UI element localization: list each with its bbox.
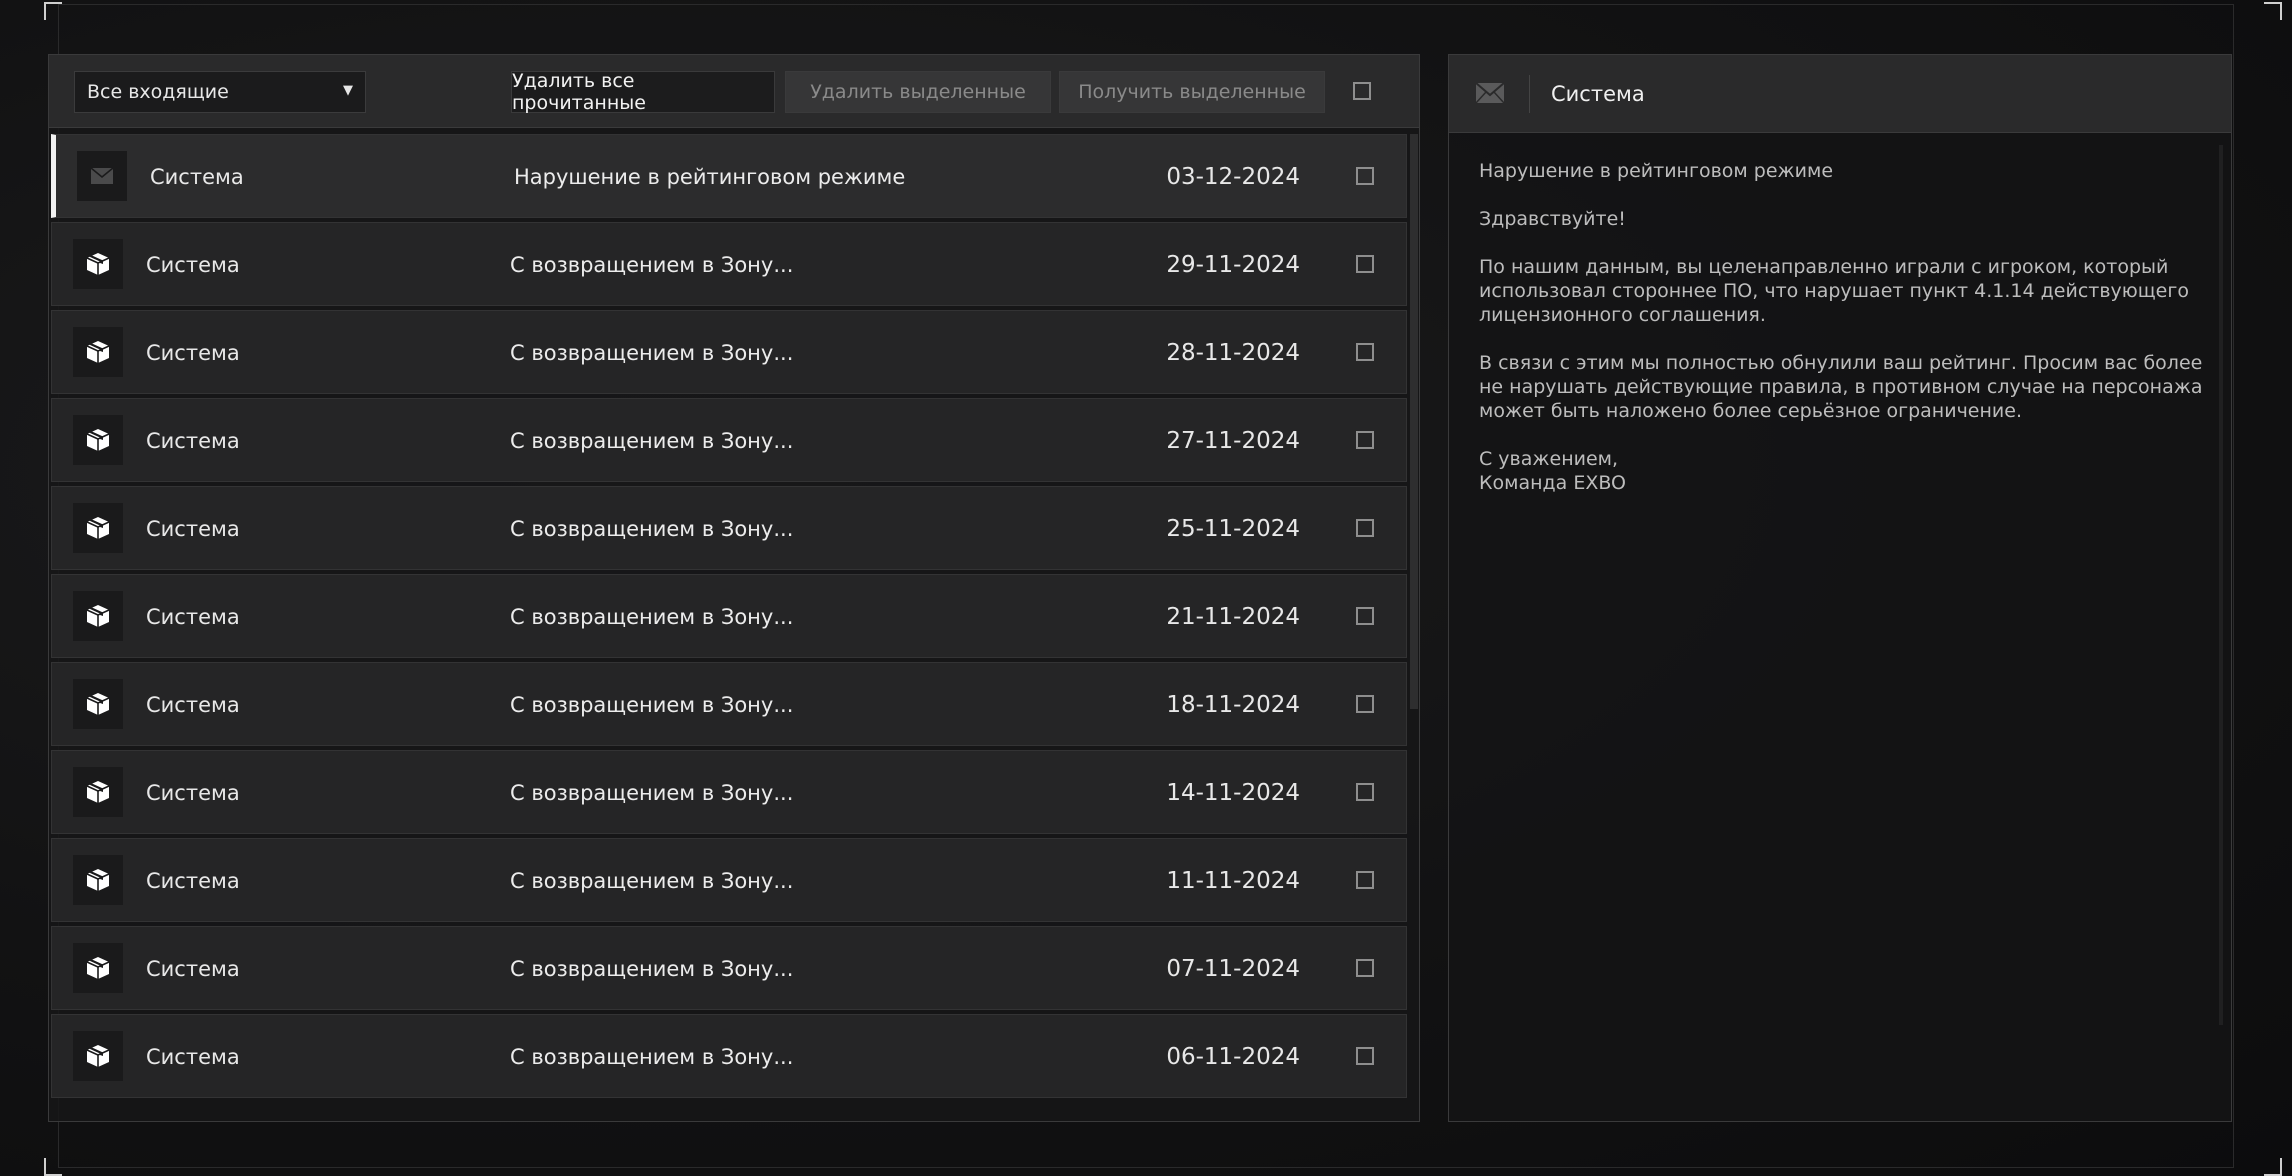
message-row[interactable]: Система С возвращением в Зону... 27-11-202… bbox=[51, 398, 1407, 482]
delete-selected-button[interactable]: Удалить выделенные bbox=[785, 71, 1051, 113]
package-icon bbox=[73, 679, 123, 729]
message-sender: Система bbox=[146, 253, 240, 277]
message-row[interactable]: Система С возвращением в Зону... 06-11-202… bbox=[51, 1014, 1407, 1098]
reader-scrollbar[interactable] bbox=[2219, 145, 2223, 1025]
message-paragraph: Здравствуйте! bbox=[1479, 208, 1626, 230]
message-date: 28-11-2024 bbox=[1166, 340, 1300, 366]
message-sender: Система bbox=[146, 957, 240, 981]
message-date: 14-11-2024 bbox=[1166, 780, 1300, 806]
message-sender: Система bbox=[146, 429, 240, 453]
scrollbar[interactable] bbox=[1410, 134, 1418, 709]
message-date: 18-11-2024 bbox=[1166, 692, 1300, 718]
receive-selected-button[interactable]: Получить выделенные bbox=[1059, 71, 1325, 113]
message-subject: С возвращением в Зону... bbox=[510, 605, 794, 629]
select-all-checkbox[interactable] bbox=[1353, 82, 1371, 100]
message-row[interactable]: Система С возвращением в Зону... 21-11-202… bbox=[51, 574, 1407, 658]
frame-corner bbox=[2264, 2, 2282, 20]
reader-header: Система bbox=[1449, 55, 2231, 133]
filter-dropdown-value: Все входящие bbox=[87, 81, 229, 103]
message-paragraph: В связи с этим мы полностью обнулили ваш… bbox=[1479, 352, 2203, 422]
message-subject: С возвращением в Зону... bbox=[510, 1045, 794, 1069]
message-date: 03-12-2024 bbox=[1166, 164, 1300, 190]
package-icon bbox=[73, 591, 123, 641]
message-row[interactable]: Система С возвращением в Зону... 14-11-202… bbox=[51, 750, 1407, 834]
message-subject: С возвращением в Зону... bbox=[510, 781, 794, 805]
package-icon bbox=[73, 767, 123, 817]
package-icon bbox=[73, 1031, 123, 1081]
message-subject: Нарушение в рейтинговом режиме bbox=[514, 165, 906, 189]
message-checkbox[interactable] bbox=[1356, 607, 1374, 625]
package-icon bbox=[73, 855, 123, 905]
message-subject: С возвращением в Зону... bbox=[510, 341, 794, 365]
envelope-icon bbox=[1475, 81, 1505, 109]
message-date: 06-11-2024 bbox=[1166, 1044, 1300, 1070]
chevron-down-icon: ▼ bbox=[343, 83, 353, 98]
message-row[interactable]: Система С возвращением в Зону... 28-11-202… bbox=[51, 310, 1407, 394]
message-checkbox[interactable] bbox=[1356, 1047, 1374, 1065]
package-icon bbox=[73, 415, 123, 465]
frame-corner bbox=[44, 2, 62, 20]
message-checkbox[interactable] bbox=[1356, 255, 1374, 273]
message-paragraph: С уважением, Команда EXBO bbox=[1479, 448, 1627, 494]
package-icon bbox=[73, 239, 123, 289]
frame-corner bbox=[44, 1158, 62, 1176]
message-row[interactable]: Система С возвращением в Зону... 25-11-202… bbox=[51, 486, 1407, 570]
message-paragraph: По нашим данным, вы целенаправленно игра… bbox=[1479, 256, 2189, 326]
mail-list-panel: Все входящие ▼ Удалить все прочитанные У… bbox=[48, 54, 1420, 1122]
message-paragraph: Нарушение в рейтинговом режиме bbox=[1479, 160, 1834, 182]
package-icon bbox=[73, 943, 123, 993]
message-checkbox[interactable] bbox=[1356, 343, 1374, 361]
header-divider bbox=[1529, 75, 1530, 113]
reader-sender: Система bbox=[1551, 82, 1645, 106]
message-checkbox[interactable] bbox=[1356, 519, 1374, 537]
message-checkbox[interactable] bbox=[1356, 959, 1374, 977]
package-icon bbox=[73, 327, 123, 377]
message-checkbox[interactable] bbox=[1356, 431, 1374, 449]
package-icon bbox=[73, 503, 123, 553]
message-subject: С возвращением в Зону... bbox=[510, 957, 794, 981]
message-date: 27-11-2024 bbox=[1166, 428, 1300, 454]
delete-read-button[interactable]: Удалить все прочитанные bbox=[511, 70, 775, 114]
message-sender: Система bbox=[146, 517, 240, 541]
message-subject: С возвращением в Зону... bbox=[510, 253, 794, 277]
message-row[interactable]: Система С возвращением в Зону... 07-11-202… bbox=[51, 926, 1407, 1010]
message-sender: Система bbox=[150, 165, 244, 189]
message-subject: С возвращением в Зону... bbox=[510, 693, 794, 717]
message-checkbox[interactable] bbox=[1356, 783, 1374, 801]
message-sender: Система bbox=[146, 1045, 240, 1069]
message-checkbox[interactable] bbox=[1356, 695, 1374, 713]
message-checkbox[interactable] bbox=[1356, 871, 1374, 889]
message-sender: Система bbox=[146, 781, 240, 805]
message-row[interactable]: Система С возвращением в Зону... 29-11-202… bbox=[51, 222, 1407, 306]
envelope-icon bbox=[77, 151, 127, 201]
message-subject: С возвращением в Зону... bbox=[510, 869, 794, 893]
message-sender: Система bbox=[146, 605, 240, 629]
message-sender: Система bbox=[146, 341, 240, 365]
filter-dropdown[interactable]: Все входящие ▼ bbox=[74, 71, 366, 113]
message-date: 29-11-2024 bbox=[1166, 252, 1300, 278]
message-row[interactable]: Система С возвращением в Зону... 18-11-202… bbox=[51, 662, 1407, 746]
message-sender: Система bbox=[146, 693, 240, 717]
message-reader-panel: Система Нарушение в рейтинговом режиме Зд… bbox=[1448, 54, 2232, 1122]
message-subject: С возвращением в Зону... bbox=[510, 429, 794, 453]
message-row[interactable]: Система Нарушение в рейтинговом режиме 03-… bbox=[51, 134, 1407, 218]
frame-corner bbox=[2264, 1158, 2282, 1176]
message-subject: С возвращением в Зону... bbox=[510, 517, 794, 541]
message-checkbox[interactable] bbox=[1356, 167, 1374, 185]
message-date: 07-11-2024 bbox=[1166, 956, 1300, 982]
message-sender: Система bbox=[146, 869, 240, 893]
message-body: Нарушение в рейтинговом режиме Здравствуй… bbox=[1479, 159, 2209, 519]
mail-toolbar: Все входящие ▼ Удалить все прочитанные У… bbox=[49, 55, 1419, 128]
message-date: 25-11-2024 bbox=[1166, 516, 1300, 542]
message-row[interactable]: Система С возвращением в Зону... 11-11-202… bbox=[51, 838, 1407, 922]
message-date: 21-11-2024 bbox=[1166, 604, 1300, 630]
message-date: 11-11-2024 bbox=[1166, 868, 1300, 894]
